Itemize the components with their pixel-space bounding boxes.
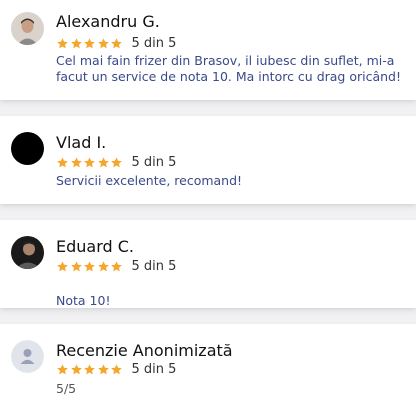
reviewer-name: Recenzie Anonimizată (56, 341, 233, 360)
review-card: Alexandru G. 5 din 5 Cel mai fain frizer… (0, 0, 416, 100)
review-text: Nota 10! 👏 👏 (56, 277, 416, 308)
rating: 5 din 5 (56, 259, 176, 274)
star-icon (57, 157, 68, 168)
star-rating (56, 363, 124, 376)
profile-photo-icon (11, 132, 44, 165)
reviewer-name: Alexandru G. (56, 12, 160, 31)
star-icon (97, 261, 109, 272)
star-icon (57, 364, 68, 375)
star-icon (84, 261, 95, 272)
star-rating (56, 260, 124, 273)
rating: 5 din 5 (56, 155, 176, 170)
star-icon (111, 157, 122, 168)
avatar (11, 340, 44, 373)
star-icon (97, 38, 109, 49)
score-text: 5 din 5 (131, 155, 177, 170)
reviewer-name: Eduard C. (56, 237, 135, 256)
star-icon (97, 157, 109, 168)
star-icon (57, 38, 68, 49)
rating: 5 din 5 (56, 36, 176, 51)
review-text-content: Nota 10! (56, 293, 111, 308)
star-icon (70, 38, 82, 49)
avatar (11, 236, 44, 269)
review-card: Recenzie Anonimizată 5 din 5 5/5 (0, 324, 416, 416)
review-card: Vlad I. 5 din 5 Servicii excelente, reco… (0, 116, 416, 204)
score-text: 5 din 5 (131, 362, 177, 377)
star-icon (84, 157, 95, 168)
star-rating (56, 156, 124, 169)
star-icon (70, 157, 82, 168)
review-card: Eduard C. 5 din 5 Nota 10! 👏 👏 (0, 220, 416, 308)
profile-photo-icon (11, 236, 44, 269)
star-icon (84, 38, 95, 49)
reviewer-name: Vlad I. (56, 133, 107, 152)
star-icon (111, 261, 122, 272)
star-icon (111, 364, 122, 375)
star-icon (70, 364, 82, 375)
review-text: Cel mai fain frizer din Brasov, il iubes… (56, 53, 401, 84)
review-text: 5/5 (56, 381, 77, 396)
anonymous-user-icon (11, 340, 44, 373)
profile-photo-icon (11, 12, 44, 45)
score-text: 5 din 5 (131, 36, 177, 51)
reviews-list: Alexandru G. 5 din 5 Cel mai fain frizer… (0, 0, 416, 416)
avatar (11, 12, 44, 45)
star-icon (57, 261, 68, 272)
star-icon (111, 38, 122, 49)
score-text: 5 din 5 (131, 259, 177, 274)
star-icon (84, 364, 95, 375)
avatar (11, 132, 44, 165)
star-icon (70, 261, 82, 272)
star-rating (56, 37, 124, 50)
review-text: Servicii excelente, recomand! (56, 173, 243, 188)
star-icon (97, 364, 109, 375)
rating: 5 din 5 (56, 362, 176, 377)
